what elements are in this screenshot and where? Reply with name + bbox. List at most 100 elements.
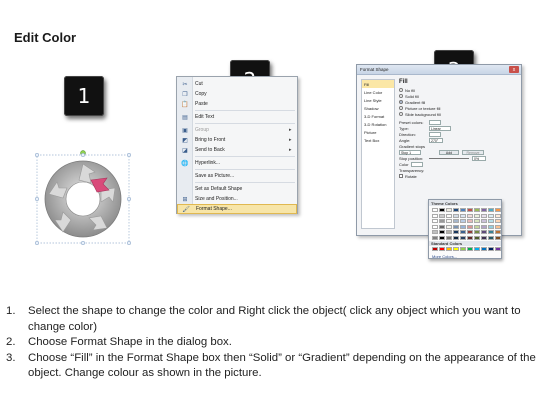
menu-item-save-as-picture[interactable]: Save as Picture... (177, 171, 297, 181)
menu-item-cut[interactable]: ✂ Cut (177, 79, 297, 89)
angle-input[interactable]: 270° (429, 137, 443, 143)
theme-color-swatch[interactable] (488, 208, 494, 212)
category-fill[interactable]: Fill (362, 80, 394, 88)
menu-item-copy[interactable]: ❐ Copy (177, 89, 297, 99)
menu-item-paste[interactable]: 📋 Paste (177, 99, 297, 109)
type-dropdown[interactable]: Linear (429, 125, 451, 131)
theme-color-swatch[interactable] (446, 224, 452, 229)
theme-color-swatch[interactable] (467, 230, 473, 234)
menu-item-bring-to-front[interactable]: ◩ Bring to Front ▸ (177, 135, 297, 145)
theme-color-swatch[interactable] (439, 213, 445, 218)
theme-color-swatch[interactable] (495, 230, 501, 234)
theme-color-swatch[interactable] (467, 224, 473, 229)
color-picker-button[interactable] (411, 161, 423, 167)
standard-color-grid[interactable] (432, 247, 501, 251)
close-icon[interactable]: x (509, 66, 519, 73)
menu-item-group[interactable]: ▣ Group ▸ (177, 125, 297, 135)
theme-color-swatch[interactable] (453, 213, 459, 218)
standard-color-swatch[interactable] (453, 247, 459, 251)
theme-color-swatch[interactable] (474, 230, 480, 234)
category-shadow[interactable]: Shadow (362, 104, 394, 112)
theme-color-swatch[interactable] (481, 224, 487, 229)
theme-color-grid[interactable] (432, 208, 501, 240)
remove-stop-button[interactable]: Remove (462, 149, 484, 155)
standard-color-swatch[interactable] (474, 247, 480, 251)
theme-color-swatch[interactable] (474, 219, 480, 223)
circular-arrows-diagram[interactable] (33, 150, 133, 248)
theme-color-swatch[interactable] (474, 213, 480, 218)
theme-color-swatch[interactable] (432, 235, 438, 240)
theme-color-swatch[interactable] (495, 213, 501, 218)
theme-color-swatch[interactable] (488, 235, 494, 240)
theme-color-swatch[interactable] (495, 208, 501, 212)
category-3d-rotation[interactable]: 3-D Rotation (362, 120, 394, 128)
category-3d-format[interactable]: 3-D Format (362, 112, 394, 120)
theme-color-swatch[interactable] (439, 224, 445, 229)
theme-color-swatch[interactable] (488, 219, 494, 223)
category-line-color[interactable]: Line Color (362, 88, 394, 96)
theme-color-swatch[interactable] (460, 230, 466, 234)
theme-color-swatch[interactable] (481, 208, 487, 212)
standard-color-swatch[interactable] (467, 247, 473, 251)
theme-color-swatch[interactable] (439, 230, 445, 234)
theme-color-swatch[interactable] (453, 208, 459, 212)
category-picture[interactable]: Picture (362, 128, 394, 136)
theme-color-swatch[interactable] (453, 235, 459, 240)
rotate-checkbox[interactable] (399, 174, 403, 178)
theme-color-swatch[interactable] (474, 224, 480, 229)
add-stop-button[interactable]: Add (439, 149, 459, 155)
theme-color-swatch[interactable] (446, 208, 452, 212)
category-text-box[interactable]: Text Box (362, 136, 394, 144)
menu-item-format-shape[interactable]: 🖌 Format Shape... (177, 204, 297, 214)
standard-color-swatch[interactable] (460, 247, 466, 251)
category-list[interactable]: Fill Line Color Line Style Shadow 3-D Fo… (361, 79, 395, 229)
theme-color-swatch[interactable] (432, 208, 438, 212)
menu-item-size-and-position[interactable]: ⊞ Size and Position... (177, 194, 297, 204)
theme-color-swatch[interactable] (460, 235, 466, 240)
theme-color-swatch[interactable] (453, 230, 459, 234)
standard-color-swatch[interactable] (432, 247, 438, 251)
theme-color-swatch[interactable] (432, 230, 438, 234)
theme-color-swatch[interactable] (495, 235, 501, 240)
theme-color-swatch[interactable] (446, 230, 452, 234)
theme-color-swatch[interactable] (439, 219, 445, 223)
theme-color-swatch[interactable] (467, 235, 473, 240)
theme-color-swatch[interactable] (460, 219, 466, 223)
theme-color-swatch[interactable] (467, 213, 473, 218)
theme-color-swatch[interactable] (432, 224, 438, 229)
theme-color-swatch[interactable] (460, 213, 466, 218)
fill-option-slide-bg[interactable]: Slide background fill (399, 111, 517, 117)
theme-color-swatch[interactable] (446, 235, 452, 240)
menu-item-edit-text[interactable]: ▤ Edit Text (177, 112, 297, 122)
theme-color-swatch[interactable] (488, 230, 494, 234)
theme-color-swatch[interactable] (474, 208, 480, 212)
context-menu[interactable]: ✂ Cut ❐ Copy 📋 Paste ▤ Edit Text ▣ Group ▸ ◩ Br… (176, 76, 298, 214)
theme-color-swatch[interactable] (474, 235, 480, 240)
theme-color-swatch[interactable] (453, 219, 459, 223)
theme-color-swatch[interactable] (481, 213, 487, 218)
theme-color-swatch[interactable] (432, 213, 438, 218)
theme-color-swatch[interactable] (481, 230, 487, 234)
preset-colors-dropdown[interactable] (429, 119, 441, 125)
selected-shape-preview[interactable] (33, 150, 133, 248)
more-colors-link[interactable]: More Colors... (432, 254, 457, 259)
rotate-row[interactable]: Rotate (399, 173, 517, 179)
theme-color-swatch[interactable] (446, 213, 452, 218)
theme-color-swatch[interactable] (481, 235, 487, 240)
standard-color-swatch[interactable] (439, 247, 445, 251)
theme-color-swatch[interactable] (488, 224, 494, 229)
color-palette-popup[interactable]: Theme Colors Standard Colors More Colors… (428, 199, 502, 259)
theme-color-swatch[interactable] (460, 224, 466, 229)
standard-color-swatch[interactable] (488, 247, 494, 251)
theme-color-swatch[interactable] (439, 235, 445, 240)
stop-position-slider[interactable] (429, 157, 469, 159)
menu-item-hyperlink[interactable]: 🌐 Hyperlink... (177, 158, 297, 168)
theme-color-swatch[interactable] (453, 224, 459, 229)
menu-item-set-default-shape[interactable]: Set as Default Shape (177, 184, 297, 194)
direction-dropdown[interactable] (429, 131, 441, 137)
theme-color-swatch[interactable] (495, 219, 501, 223)
theme-color-swatch[interactable] (446, 219, 452, 223)
theme-color-swatch[interactable] (467, 208, 473, 212)
theme-color-swatch[interactable] (481, 219, 487, 223)
standard-color-swatch[interactable] (495, 247, 501, 251)
